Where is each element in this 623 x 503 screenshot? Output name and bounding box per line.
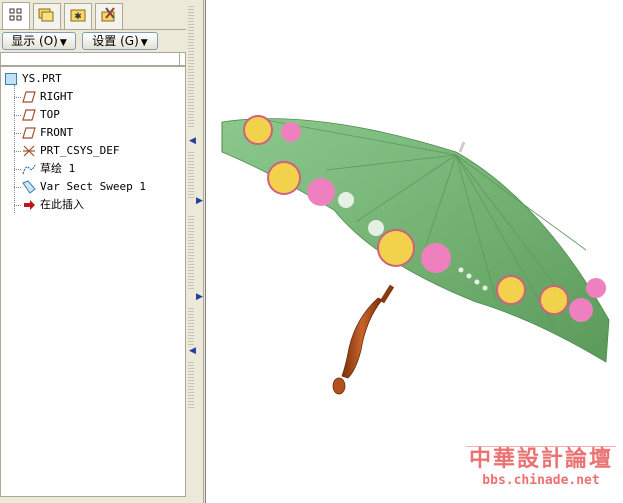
tab-favorites[interactable]: ✱ <box>64 3 92 29</box>
coordinate-system-icon <box>22 144 36 158</box>
svg-text:✱: ✱ <box>74 12 82 22</box>
left-panel: ✱ 显示 (O) ▼ 设置 (G) ▼ YS.PRT RIGHT TOP FRO… <box>0 0 186 503</box>
tree-connector-line <box>14 85 15 213</box>
collapse-arrow-icon[interactable]: ◀ <box>189 136 196 146</box>
tree-item-label: TOP <box>40 108 60 121</box>
tree-connector-line <box>14 97 21 98</box>
column-resize-handle[interactable] <box>179 53 185 65</box>
chevron-down-icon: ▼ <box>59 38 67 48</box>
tree-item-label: FRONT <box>40 126 74 139</box>
folder-layers-icon <box>38 6 56 27</box>
tree-item-csys[interactable]: PRT_CSYS_DEF <box>22 143 119 159</box>
tree-item-front[interactable]: FRONT <box>22 125 73 141</box>
datum-plane-icon <box>22 90 36 104</box>
tree-connector-line <box>14 151 21 152</box>
part-icon <box>4 72 18 86</box>
splitter-grip <box>188 214 194 290</box>
model-tree: YS.PRT RIGHT TOP FRONT PRT_CSYS_DEF 草绘 1… <box>0 66 186 497</box>
settings-dropdown-label: 设置 (G) <box>92 34 139 48</box>
panel-splitter[interactable]: ◀ ▶ ▶ ◀ <box>186 0 204 503</box>
tree-item-top[interactable]: TOP <box>22 107 60 123</box>
tree-item-label: Var Sect Sweep 1 <box>40 180 146 193</box>
tree-item-sweep[interactable]: Var Sect Sweep 1 <box>22 179 146 195</box>
watermark: 中華設計論壇 bbs.chinade.net <box>466 446 616 496</box>
show-dropdown-button[interactable]: 显示 (O) ▼ <box>2 32 76 50</box>
tree-connector-line <box>14 205 21 206</box>
tab-model-tree[interactable] <box>2 2 30 30</box>
tree-column-header <box>0 52 186 66</box>
collapse-arrow-icon[interactable]: ◀ <box>189 346 196 356</box>
datum-plane-icon <box>22 126 36 140</box>
splitter-grip <box>188 360 194 408</box>
tree-connector-line <box>14 169 21 170</box>
sketch-icon <box>22 162 36 176</box>
navigator-toolbar: 显示 (O) ▼ 设置 (G) ▼ <box>0 29 186 51</box>
tree-root-node[interactable]: YS.PRT <box>4 71 62 87</box>
favorites-folder-icon: ✱ <box>69 6 87 27</box>
watermark-url: bbs.chinade.net <box>482 473 600 488</box>
tree-root-label: YS.PRT <box>22 72 62 85</box>
umbrella-model <box>221 115 610 395</box>
tree-item-right[interactable]: RIGHT <box>22 89 73 105</box>
show-dropdown-label: 显示 (O) <box>11 34 58 48</box>
splitter-grip <box>188 306 194 346</box>
tree-connector-line <box>14 115 21 116</box>
tree-connector-line <box>14 133 21 134</box>
insert-here-arrow-icon <box>22 198 36 212</box>
tree-item-sketch[interactable]: 草绘 1 <box>22 161 75 177</box>
splitter-grip <box>188 4 194 128</box>
tools-icon <box>100 6 118 27</box>
chevron-down-icon: ▼ <box>140 38 148 48</box>
tab-folder-browser[interactable] <box>33 3 61 29</box>
model-tree-icon <box>8 7 24 26</box>
expand-arrow-icon[interactable]: ▶ <box>196 292 203 302</box>
tree-item-label: PRT_CSYS_DEF <box>40 144 120 157</box>
expand-arrow-icon[interactable]: ▶ <box>196 196 203 206</box>
graphics-viewport[interactable] <box>205 0 623 503</box>
tree-item-label: 草绘 1 <box>40 162 76 175</box>
tree-item-label: 在此插入 <box>40 198 84 211</box>
tree-connector-line <box>14 187 21 188</box>
tree-item-label: RIGHT <box>40 90 74 103</box>
datum-plane-icon <box>22 108 36 122</box>
navigator-tab-strip: ✱ <box>0 0 186 30</box>
splitter-grip <box>188 150 194 198</box>
sweep-icon <box>22 180 36 194</box>
tab-tools[interactable] <box>95 3 123 29</box>
settings-dropdown-button[interactable]: 设置 (G) ▼ <box>82 32 158 50</box>
watermark-title: 中華設計論壇 <box>468 446 613 472</box>
tree-item-insert-here[interactable]: 在此插入 <box>22 197 84 213</box>
